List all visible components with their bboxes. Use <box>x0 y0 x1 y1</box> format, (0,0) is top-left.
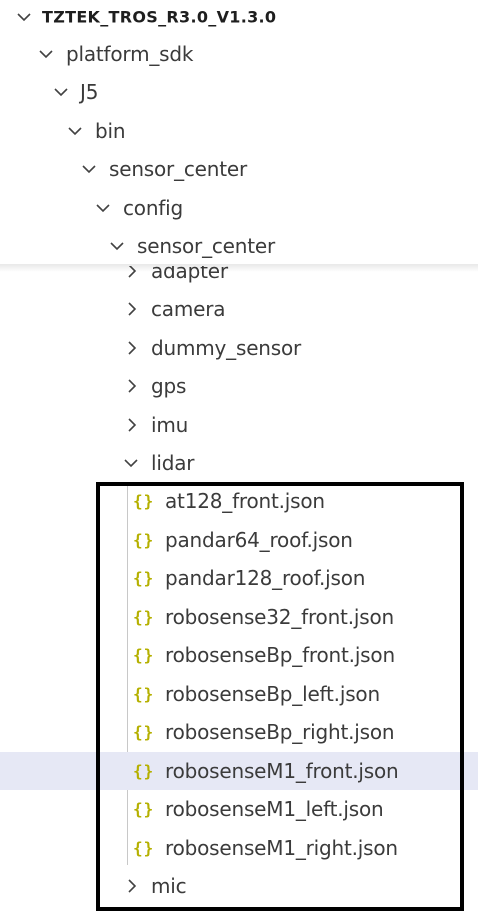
file-label: robosenseBp_front.json <box>165 643 395 667</box>
file-label: robosenseM1_left.json <box>165 797 384 821</box>
file-label: pandar64_roof.json <box>165 528 353 552</box>
file-label: at128_front.json <box>165 489 325 513</box>
json-file-icon: {} <box>133 838 155 858</box>
tree-folder-imu[interactable]: imu <box>0 406 478 444</box>
tree-file-row[interactable]: {} pandar128_roof.json <box>0 559 478 597</box>
folder-label: lidar <box>151 451 195 475</box>
folder-label: dummy_sensor <box>151 336 302 360</box>
json-file-icon: {} <box>133 568 155 588</box>
sticky-header-shadow <box>0 264 478 272</box>
tree-file-row[interactable]: {} robosenseM1_right.json <box>0 829 478 867</box>
folder-label: config <box>123 196 184 220</box>
tree-folder-camera[interactable]: camera <box>0 290 478 328</box>
tree-folder-sensor-center[interactable]: sensor_center <box>0 150 478 188</box>
tree-folder-gps[interactable]: gps <box>0 367 478 405</box>
tree-file-row[interactable]: {} at128_front.json <box>0 482 478 520</box>
file-tree-scroll-area[interactable]: adapter camera dummy_sensor gps imu lida… <box>0 266 478 915</box>
folder-label: imu <box>151 413 189 437</box>
chevron-down-icon <box>94 199 112 217</box>
tree-file-row[interactable]: {} robosenseBp_front.json <box>0 636 478 674</box>
folder-label: mic <box>151 874 187 898</box>
chevron-down-icon <box>80 160 98 178</box>
json-file-icon: {} <box>133 761 155 781</box>
tree-folder-platform-sdk[interactable]: platform_sdk <box>0 35 478 73</box>
chevron-right-icon <box>123 377 141 395</box>
chevron-right-icon <box>123 300 141 318</box>
tree-root-folder[interactable]: TZTEK_TROS_R3.0_V1.3.0 <box>0 0 478 36</box>
sticky-scroll-header: TZTEK_TROS_R3.0_V1.3.0 platform_sdk J5 b… <box>0 0 478 266</box>
root-folder-label: TZTEK_TROS_R3.0_V1.3.0 <box>42 7 277 27</box>
tree-file-row-selected[interactable]: {} robosenseM1_front.json <box>0 752 478 790</box>
tree-folder-config[interactable]: config <box>0 189 478 227</box>
tree-folder-mic[interactable]: mic <box>0 867 478 905</box>
folder-label: sensor_center <box>137 234 276 258</box>
chevron-down-icon <box>52 83 70 101</box>
tree-folder-j5[interactable]: J5 <box>0 73 478 111</box>
tree-file-row[interactable]: {} pandar64_roof.json <box>0 521 478 559</box>
chevron-down-icon <box>122 454 140 472</box>
chevron-down-icon <box>66 122 84 140</box>
folder-label: platform_sdk <box>66 42 194 66</box>
file-label: pandar128_roof.json <box>165 566 366 590</box>
chevron-down-icon <box>15 8 33 26</box>
json-file-icon: {} <box>133 799 155 819</box>
tree-folder-lidar[interactable]: lidar <box>0 444 478 482</box>
tree-folder-bin[interactable]: bin <box>0 112 478 150</box>
chevron-right-icon <box>123 339 141 357</box>
folder-label: sensor_center <box>109 157 248 181</box>
file-label: robosenseM1_right.json <box>165 836 398 860</box>
file-label: robosenseBp_left.json <box>165 682 380 706</box>
file-label: robosenseBp_right.json <box>165 720 395 744</box>
json-file-icon: {} <box>133 530 155 550</box>
folder-label: gps <box>151 374 187 398</box>
folder-label: camera <box>151 297 226 321</box>
folder-label: J5 <box>80 80 99 104</box>
chevron-right-icon <box>123 416 141 434</box>
tree-file-row[interactable]: {} robosenseBp_right.json <box>0 713 478 751</box>
tree-file-row[interactable]: {} robosenseM1_left.json <box>0 790 478 828</box>
chevron-down-icon <box>37 45 55 63</box>
chevron-down-icon <box>108 237 126 255</box>
json-file-icon: {} <box>133 491 155 511</box>
tree-folder-dummy-sensor[interactable]: dummy_sensor <box>0 329 478 367</box>
tree-file-row[interactable]: {} robosense32_front.json <box>0 598 478 636</box>
json-file-icon: {} <box>133 722 155 742</box>
chevron-right-icon <box>123 877 141 895</box>
folder-label: bin <box>95 119 126 143</box>
tree-file-row[interactable]: {} robosenseBp_left.json <box>0 675 478 713</box>
file-label: robosense32_front.json <box>165 605 394 629</box>
file-label: robosenseM1_front.json <box>165 759 399 783</box>
json-file-icon: {} <box>133 684 155 704</box>
json-file-icon: {} <box>133 607 155 627</box>
json-file-icon: {} <box>133 645 155 665</box>
tree-folder-sensor-center-inner[interactable]: sensor_center <box>0 227 478 265</box>
